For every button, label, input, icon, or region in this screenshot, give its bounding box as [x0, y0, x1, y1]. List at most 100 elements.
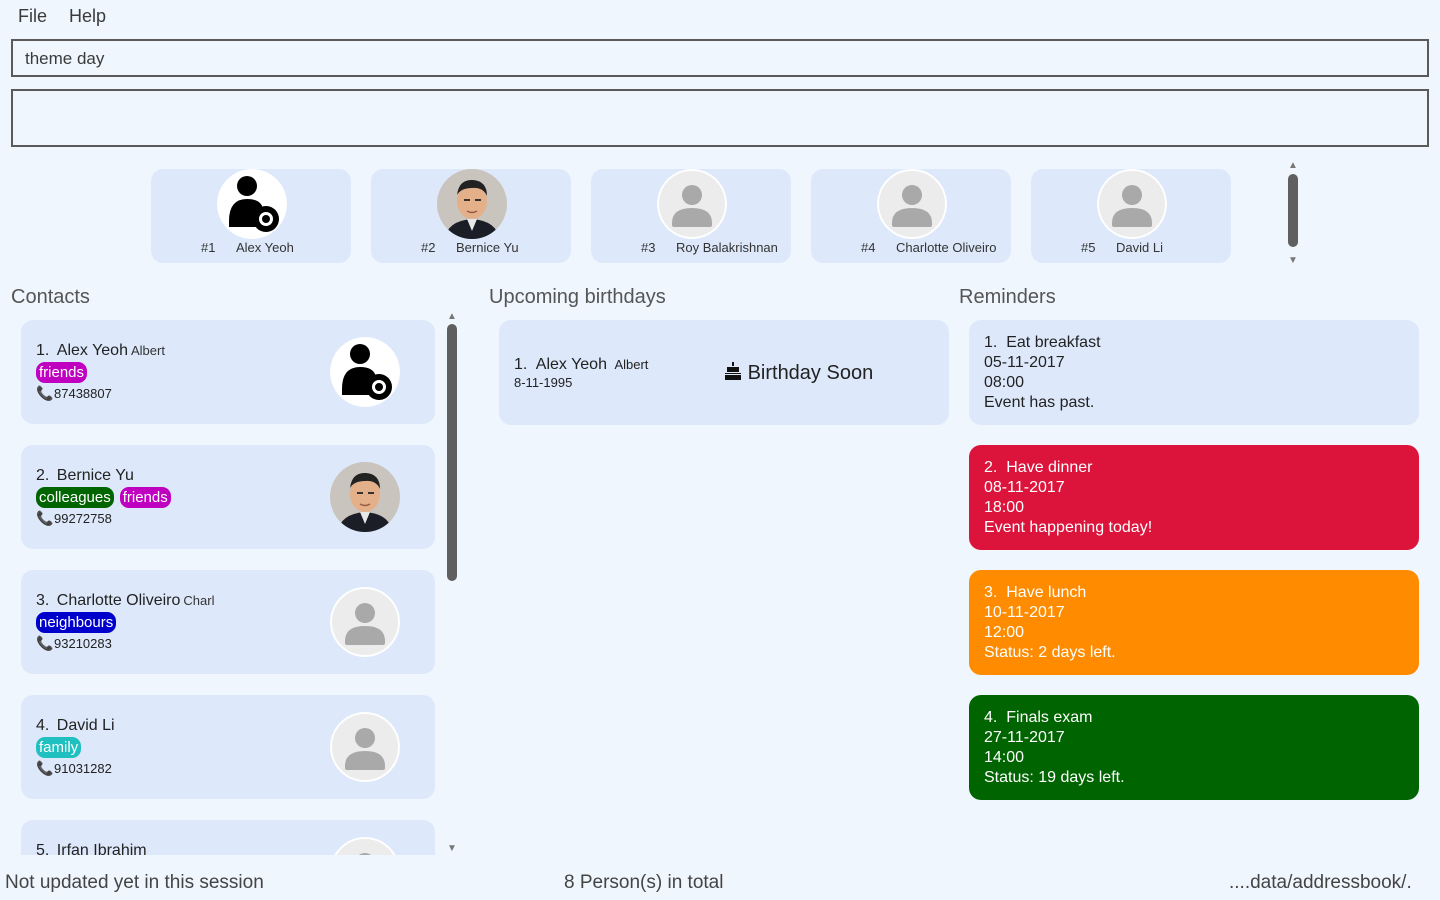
reminder-card[interactable]: 2. Have dinner 08-11-2017 18:00 Event happe…	[969, 445, 1419, 550]
favorite-name: Roy Balakrishnan	[676, 240, 778, 255]
favorite-card[interactable]: #5 David Li	[1031, 169, 1231, 263]
birthday-index: 1.	[514, 356, 528, 373]
phone-icon: 📞	[36, 510, 54, 526]
contact-name: Charlotte Oliveiro	[56, 592, 181, 609]
phone-number: 99272758	[54, 511, 112, 526]
favorites-scrollbar[interactable]	[1288, 174, 1298, 247]
avatar	[437, 169, 507, 239]
contact-tags: friends	[36, 362, 88, 383]
favorite-name: David Li	[1116, 240, 1163, 255]
avatar	[330, 462, 400, 532]
reminder-card[interactable]: 4. Finals exam 27-11-2017 14:00 Status: 19 …	[969, 695, 1419, 800]
reminder-title: Have lunch	[1006, 584, 1087, 601]
reminder-title: Eat breakfast	[1006, 334, 1101, 351]
avatar	[330, 712, 400, 782]
reminder-index: 3.	[984, 584, 998, 601]
reminder-index: 1.	[984, 334, 998, 351]
contacts-title: Contacts	[11, 286, 90, 308]
result-display	[11, 89, 1429, 147]
favorite-card[interactable]: #4 Charlotte Oliveiro	[811, 169, 1011, 263]
avatar	[657, 169, 727, 239]
reminder-status: Status: 2 days left.	[984, 644, 1116, 661]
reminder-card[interactable]: 1. Eat breakfast 05-11-2017 08:00 Event has…	[969, 320, 1419, 425]
contacts-scroll-down-icon[interactable]: ▼	[447, 843, 457, 854]
phone-icon: 📞	[36, 635, 54, 651]
contact-name-line: 3. Charlotte Oliveiro Charl	[36, 592, 214, 610]
contact-name: David Li	[56, 717, 115, 734]
contact-index: 4.	[36, 717, 50, 734]
contact-phone: 📞99272758	[36, 510, 112, 527]
avatar	[330, 337, 400, 407]
contact-card[interactable]: 5. Irfan Ibrahim	[21, 820, 435, 855]
tag-friends: friends	[119, 487, 171, 508]
contact-tags: colleagues friends	[36, 487, 171, 508]
avatar	[1097, 169, 1167, 239]
contacts-list[interactable]: 1. Alex Yeoh Albert friends 📞87438807 2. Ber…	[0, 310, 450, 855]
reminder-time: 14:00	[984, 749, 1025, 766]
favorite-rank: #3	[641, 240, 656, 255]
command-input[interactable]: theme day	[11, 39, 1429, 77]
reminder-date: 27-11-2017	[984, 729, 1065, 746]
reminder-title: Finals exam	[1006, 709, 1093, 726]
birthday-name: Alex Yeoh	[535, 356, 607, 373]
birthday-card[interactable]: 1. Alex Yeoh Albert 8-11-1995 Birthday S…	[499, 320, 949, 425]
contact-index: 2.	[36, 467, 50, 484]
scroll-down-arrow-icon[interactable]: ▼	[1288, 255, 1298, 266]
contact-phone: 📞87438807	[36, 385, 112, 402]
menu-file[interactable]: File	[18, 6, 47, 27]
save-path: ....data/addressbook/.	[1229, 872, 1412, 893]
reminders-title: Reminders	[959, 286, 1056, 308]
contacts-scroll-up-icon[interactable]: ▲	[447, 311, 457, 322]
reminder-time: 18:00	[984, 499, 1025, 516]
contact-index: 5.	[36, 842, 50, 855]
contact-name: Irfan Ibrahim	[56, 842, 147, 855]
contact-tags: family	[36, 737, 82, 758]
contact-alias: Charl	[183, 593, 215, 608]
favorite-rank: #5	[1081, 240, 1096, 255]
reminder-date: 08-11-2017	[984, 479, 1065, 496]
reminder-time: 08:00	[984, 374, 1025, 391]
avatar	[877, 169, 947, 239]
reminder-time: 12:00	[984, 624, 1025, 641]
contact-card[interactable]: 3. Charlotte Oliveiro Charl neighbours 📞932…	[21, 570, 435, 674]
favorite-card[interactable]: #1 Alex Yeoh	[151, 169, 351, 263]
contact-card[interactable]: 4. David Li family 📞91031282	[21, 695, 435, 799]
reminder-title-line: 1. Eat breakfast	[984, 333, 1404, 353]
person-count: 8 Person(s) in total	[564, 872, 724, 893]
birthday-alias: Albert	[614, 357, 649, 372]
avatar	[217, 169, 287, 239]
contacts-scrollbar[interactable]	[447, 324, 457, 581]
reminder-status: Event has past.	[984, 394, 1095, 411]
contact-phone: 📞93210283	[36, 635, 112, 652]
birthdays-title: Upcoming birthdays	[489, 286, 666, 308]
reminder-title-line: 3. Have lunch	[984, 583, 1404, 603]
phone-number: 93210283	[54, 636, 112, 651]
contact-card[interactable]: 1. Alex Yeoh Albert friends 📞87438807	[21, 320, 435, 424]
contact-name: Alex Yeoh	[56, 342, 128, 359]
reminder-index: 2.	[984, 459, 998, 476]
contact-index: 3.	[36, 592, 50, 609]
reminder-title: Have dinner	[1006, 459, 1093, 476]
favorite-name: Alex Yeoh	[236, 240, 294, 255]
contact-alias: Albert	[130, 343, 165, 358]
reminder-card[interactable]: 3. Have lunch 10-11-2017 12:00 Status: 2 da…	[969, 570, 1419, 675]
favorite-card[interactable]: #2 Bernice Yu	[371, 169, 571, 263]
reminder-status: Status: 19 days left.	[984, 769, 1125, 786]
scroll-up-arrow-icon[interactable]: ▲	[1288, 160, 1298, 171]
reminder-title-line: 4. Finals exam	[984, 708, 1404, 728]
reminder-title-line: 2. Have dinner	[984, 458, 1404, 478]
phone-icon: 📞	[36, 760, 54, 776]
favorite-rank: #2	[421, 240, 436, 255]
reminder-status: Event happening today!	[984, 519, 1153, 536]
contact-name-line: 2. Bernice Yu	[36, 467, 137, 485]
menu-bar: File Help	[0, 0, 1440, 34]
contact-card[interactable]: 2. Bernice Yu colleagues friends 📞99272758	[21, 445, 435, 549]
contact-tags: neighbours	[36, 612, 117, 633]
favorite-card[interactable]: #3 Roy Balakrishnan	[591, 169, 791, 263]
tag-neighbours: neighbours	[36, 612, 117, 633]
menu-help[interactable]: Help	[69, 6, 106, 27]
contact-name-line: 4. David Li	[36, 717, 118, 735]
favorite-name: Charlotte Oliveiro	[896, 240, 997, 255]
favorite-name: Bernice Yu	[456, 240, 519, 255]
phone-number: 91031282	[54, 761, 112, 776]
